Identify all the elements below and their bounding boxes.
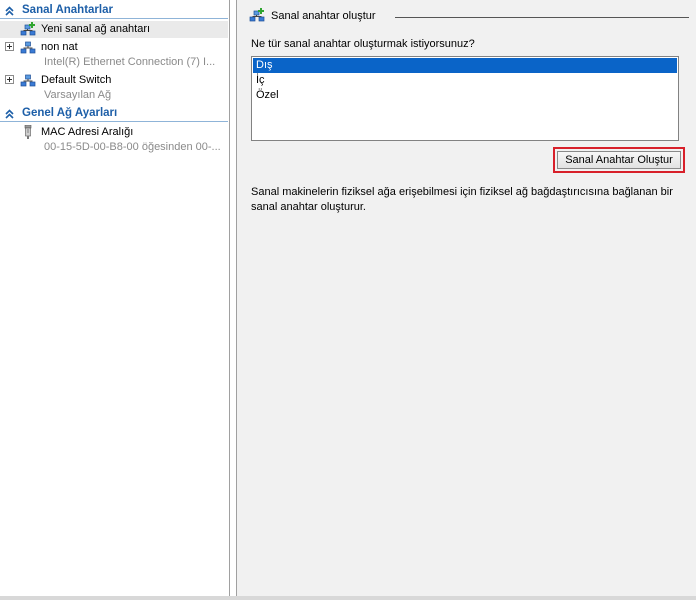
section-header-virtual-switches[interactable]: Sanal Anahtarlar — [0, 3, 228, 19]
sidebar-item-label: non nat — [41, 41, 78, 53]
sidebar-item-sublabel: Intel(R) Ethernet Connection (7) I... — [44, 56, 216, 68]
details-pane: Sanal anahtar oluştur Ne tür sanal anaht… — [236, 0, 696, 596]
section-title-virtual-switches: Sanal Anahtarlar — [22, 4, 113, 16]
sidebar-item-default-switch[interactable]: Default Switch — [0, 72, 228, 89]
sidebar-item-non-nat[interactable]: non nat — [0, 39, 228, 56]
expand-icon[interactable] — [5, 42, 14, 51]
sidebar-item-mac-address-range[interactable]: MAC Adresi Aralığı — [0, 124, 228, 141]
expand-icon[interactable] — [5, 75, 14, 84]
group-divider — [395, 17, 689, 18]
window-bottom-edge — [0, 596, 696, 600]
switch-type-listbox[interactable]: Dış İç Özel — [251, 56, 679, 141]
switch-type-option-private[interactable]: Özel — [253, 88, 677, 103]
settings-tree-pane: Sanal Anahtarlar Yeni sanal ağ anahtarı … — [0, 0, 230, 596]
create-virtual-switch-button[interactable]: Sanal Anahtar Oluştur — [553, 147, 685, 173]
switch-type-option-external[interactable]: Dış — [253, 58, 677, 73]
network-add-icon — [20, 22, 36, 36]
network-switch-icon — [20, 74, 36, 87]
double-chevron-up-icon[interactable] — [4, 5, 15, 17]
network-switch-icon — [20, 41, 36, 54]
sidebar-item-sublabel: 00-15-5D-00-B8-00 öğesinden 00-... — [44, 141, 221, 153]
section-title-global-network-settings: Genel Ağ Ayarları — [22, 107, 118, 119]
adapter-plug-icon — [24, 125, 32, 139]
switch-type-description: Sanal makinelerin fiziksel ağa erişebilm… — [251, 186, 673, 213]
create-virtual-switch-button-label[interactable]: Sanal Anahtar Oluştur — [557, 151, 681, 169]
sidebar-item-label: Default Switch — [41, 74, 112, 86]
sidebar-item-sublabel: Varsayılan Ağ — [44, 89, 112, 101]
section-header-global-network-settings[interactable]: Genel Ağ Ayarları — [0, 106, 228, 122]
sidebar-item-new-virtual-switch[interactable]: Yeni sanal ağ anahtarı — [0, 21, 228, 38]
double-chevron-up-icon[interactable] — [4, 108, 15, 120]
switch-type-option-internal[interactable]: İç — [253, 73, 677, 88]
network-add-icon — [249, 8, 265, 22]
sidebar-item-label: Yeni sanal ağ anahtarı — [41, 23, 151, 35]
switch-type-question: Ne tür sanal anahtar oluşturmak istiyors… — [251, 38, 475, 50]
sidebar-item-label: MAC Adresi Aralığı — [41, 126, 134, 138]
group-title: Sanal anahtar oluştur — [271, 10, 376, 22]
create-switch-group-header: Sanal anahtar oluştur — [249, 7, 689, 25]
